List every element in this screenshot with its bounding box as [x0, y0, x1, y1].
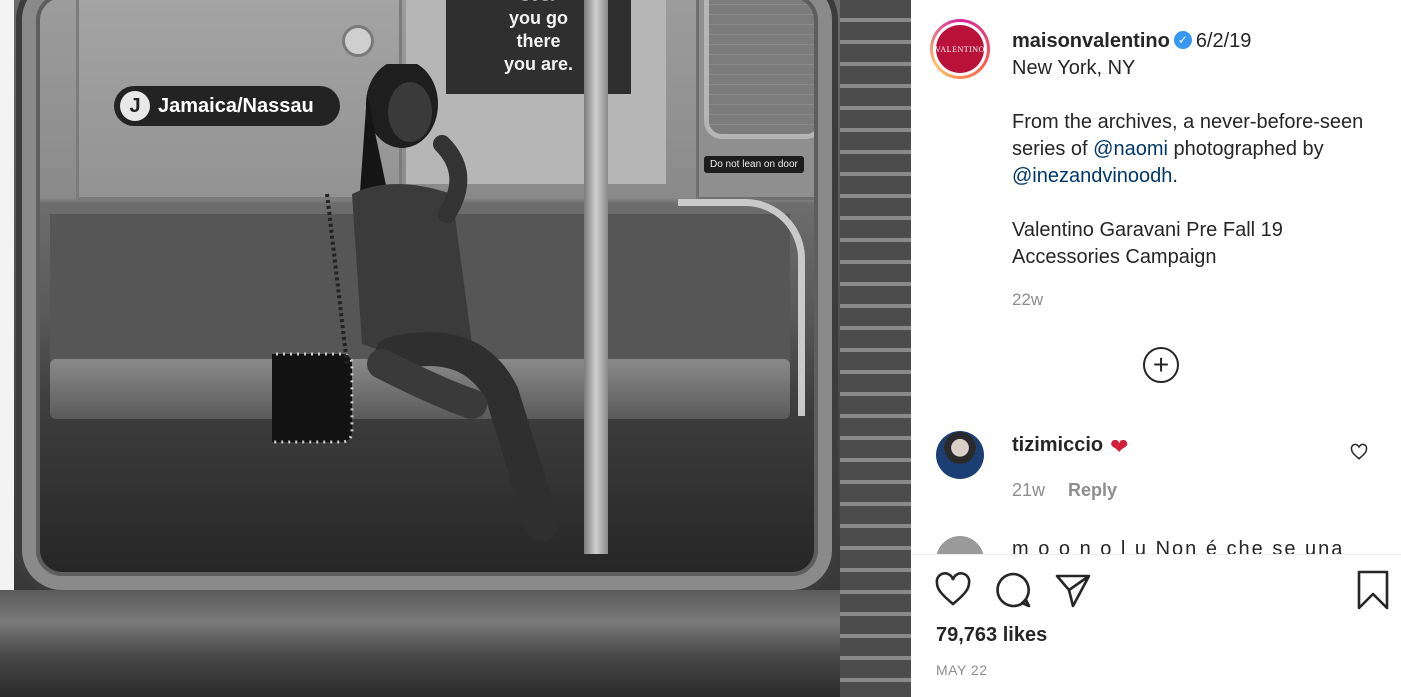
reply-button[interactable]: Reply [1068, 480, 1117, 500]
comment-meta: 21w Reply [1012, 480, 1117, 501]
verified-badge-icon: ✓ [1173, 31, 1192, 50]
train-exterior-rail [840, 0, 911, 697]
post-age: 22w [1012, 290, 1044, 309]
commenter-avatar[interactable] [936, 536, 984, 554]
heart-emoji: ❤ [1110, 434, 1129, 459]
divider [911, 554, 1401, 555]
plus-circle-icon[interactable]: + [1143, 347, 1179, 383]
comment-bubble-icon[interactable] [993, 570, 1033, 610]
comment-age: 21w [1012, 480, 1046, 500]
comment-text-partial: m o o n o l u Non é che se una [1012, 538, 1345, 554]
post-photo[interactable]: ever you go there you are. J Jamaica/Nas… [0, 0, 911, 697]
caption-segment: . [1172, 165, 1178, 187]
post-caption: maisonvalentino ✓ 6/2/19 New York, NY From… [1012, 28, 1372, 271]
post-location[interactable]: New York, NY [1012, 55, 1372, 82]
heart-outline-icon[interactable] [933, 570, 973, 610]
commenter-username[interactable]: tizimiccio [1012, 434, 1103, 457]
paper-plane-icon[interactable] [1053, 570, 1093, 610]
author-username[interactable]: maisonvalentino [1012, 30, 1170, 52]
likes-count[interactable]: 79,763 likes [936, 624, 1047, 647]
comment-like-icon[interactable] [1350, 443, 1368, 461]
commenter-avatar[interactable] [936, 431, 984, 479]
author-avatar[interactable]: VALENTINO [930, 19, 990, 79]
caption-text: From the archives, a never-before-seen s… [1012, 109, 1372, 190]
post-timestamp: MAY 22 [936, 662, 988, 678]
comment-item-partial: m o o n o l u Non é che se una [936, 536, 1376, 554]
window-frame [22, 0, 832, 590]
post-date: 6/2/19 [1195, 30, 1252, 52]
bookmark-icon[interactable] [1353, 570, 1393, 610]
post-details-panel: VALENTINO maisonvalentino ✓ 6/2/19 New Yor… [911, 0, 1401, 697]
window-sill [0, 590, 911, 697]
mention-link[interactable]: @naomi [1093, 138, 1168, 160]
action-bar [933, 570, 1389, 614]
mention-link[interactable]: @inezandvinoodh [1012, 165, 1172, 187]
valentino-logo: VALENTINO [935, 25, 984, 73]
caption-campaign: Valentino Garavani Pre Fall 19 Accessori… [1012, 219, 1283, 268]
caption-segment: photographed by [1173, 138, 1324, 160]
